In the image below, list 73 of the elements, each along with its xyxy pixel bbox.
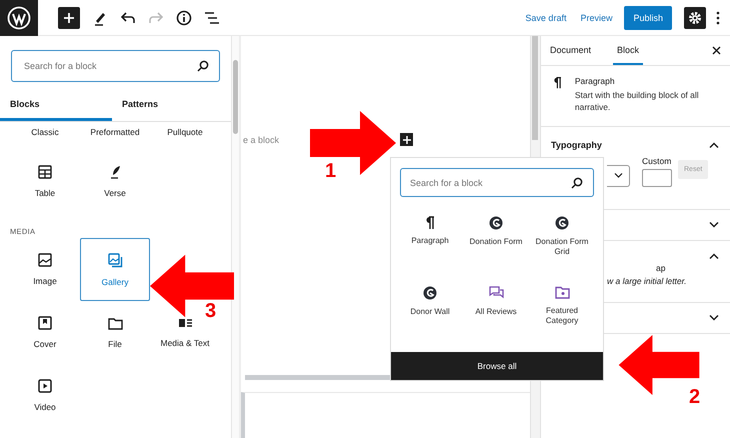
sidebar-tab[interactable]: Block	[613, 36, 644, 64]
font-size-select[interactable]	[607, 164, 630, 187]
video-icon	[38, 379, 52, 393]
give-logo-icon	[423, 286, 437, 300]
star-folder-icon	[554, 286, 570, 299]
chevron-icon[interactable]	[709, 252, 719, 259]
block-item[interactable]: Pullquote	[150, 122, 220, 150]
folder-icon	[108, 316, 122, 330]
browse-all-button[interactable]: Browse all	[391, 352, 603, 380]
speech-bubbles-icon	[488, 286, 504, 300]
chevron-down-icon	[614, 173, 622, 178]
publish-button[interactable]: Publish	[624, 6, 672, 30]
inserter-tab[interactable]: Patterns	[112, 90, 224, 121]
block-item[interactable]: All Reviews	[463, 281, 529, 339]
block-name: Paragraph	[574, 76, 616, 86]
chevron-icon[interactable]	[709, 222, 719, 228]
block-item[interactable]: File	[80, 301, 150, 364]
block-item[interactable]: Featured Category	[529, 281, 595, 339]
block-item[interactable]: Table	[10, 150, 80, 213]
undo-icon[interactable]	[120, 10, 136, 24]
give-logo-icon	[489, 216, 503, 230]
settings-button[interactable]	[684, 6, 706, 28]
add-block-button[interactable]	[400, 133, 413, 146]
block-item[interactable]: Gallery	[80, 238, 150, 301]
custom-size-label: Custom	[642, 156, 672, 166]
save-draft-button[interactable]: Save draft	[518, 12, 574, 22]
add-block-button[interactable]	[58, 6, 80, 28]
gallery-icon	[108, 252, 122, 268]
plus-icon	[63, 12, 75, 24]
block-item[interactable]: Donation Form Grid	[529, 211, 595, 269]
quill-icon	[108, 165, 122, 179]
sidebar-tab[interactable]: Document	[550, 36, 592, 64]
table-icon	[38, 165, 52, 179]
step-number: 1	[325, 161, 336, 181]
chevron-icon[interactable]	[709, 142, 719, 148]
cover-icon	[38, 316, 52, 330]
block-placeholder-text: e a block	[243, 134, 280, 144]
media-text-icon	[178, 317, 192, 329]
pilcrow-icon	[425, 216, 435, 229]
chevron-icon[interactable]	[709, 314, 719, 321]
block-item[interactable]: Verse	[80, 150, 150, 213]
close-icon[interactable]	[712, 46, 721, 55]
list-outline-icon[interactable]	[204, 10, 220, 24]
panel-text: ap	[656, 262, 666, 273]
wordpress-logo[interactable]	[0, 0, 38, 36]
block-search-field[interactable]: Search for a block	[400, 168, 594, 197]
image-icon	[38, 253, 52, 267]
inserter-tab[interactable]: Blocks	[0, 90, 112, 121]
block-item[interactable]: Classic	[10, 122, 80, 150]
block-item[interactable]: Donor Wall	[397, 281, 463, 339]
info-icon[interactable]	[176, 10, 192, 26]
step-number: 3	[205, 301, 216, 321]
pilcrow-icon	[553, 76, 562, 89]
block-description: Start with the building block of all narrative.	[574, 90, 700, 114]
block-item[interactable]: Video	[10, 364, 80, 427]
gear-icon	[688, 10, 702, 24]
block-item[interactable]: Cover	[10, 301, 80, 364]
block-item[interactable]: Preformatted	[80, 122, 150, 150]
preview-button[interactable]: Preview	[573, 12, 620, 22]
search-icon	[571, 176, 583, 188]
search-icon	[197, 60, 209, 72]
block-item[interactable]: Image	[10, 238, 80, 301]
custom-size-field[interactable]	[642, 168, 672, 187]
give-logo-icon	[555, 216, 569, 230]
step-number: 2	[689, 387, 700, 407]
scrollbar-thumb[interactable]	[532, 36, 538, 140]
block-search-field[interactable]: Search for a block	[11, 50, 220, 82]
block-item[interactable]: Donation Form	[463, 211, 529, 269]
scrollbar-thumb[interactable]	[233, 60, 238, 134]
more-options-icon[interactable]	[716, 10, 720, 24]
panel-text: w a large initial letter.	[607, 276, 687, 286]
block-item[interactable]: Paragraph	[397, 211, 463, 269]
panel-title[interactable]: Typography	[551, 140, 602, 150]
